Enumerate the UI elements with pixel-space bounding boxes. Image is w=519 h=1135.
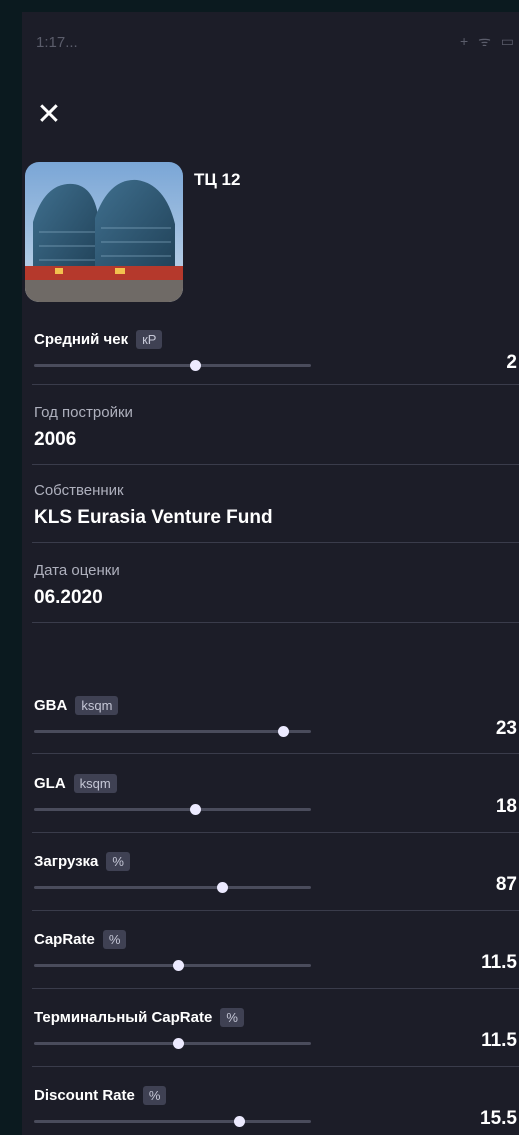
slider-track[interactable] bbox=[34, 1116, 311, 1127]
slider-row-gba: GBA ksqm 23 bbox=[22, 696, 519, 766]
slider-label: Терминальный CapRate bbox=[34, 1009, 213, 1026]
slider-track[interactable] bbox=[34, 804, 311, 815]
slider-row-occupancy: Загрузка % 87 bbox=[22, 852, 519, 922]
unit-badge: ksqm bbox=[75, 696, 119, 715]
slider-thumb[interactable] bbox=[278, 726, 290, 737]
slider-row-terminal-caprate: Терминальный CapRate % 11.5 bbox=[22, 1008, 519, 1078]
slider-value: 11.5 bbox=[481, 1030, 517, 1051]
info-label: Собственник bbox=[34, 482, 124, 499]
slider-label: CapRate bbox=[34, 931, 95, 948]
divider bbox=[32, 464, 519, 465]
status-bar: 1:17... + ᯤ ▭ bbox=[22, 12, 519, 76]
slider-label: GBA bbox=[34, 697, 68, 714]
info-label: Год постройки bbox=[34, 404, 133, 421]
unit-badge: кР bbox=[136, 330, 163, 349]
divider bbox=[32, 1066, 519, 1067]
divider bbox=[32, 384, 519, 385]
slider-value: 2 bbox=[506, 352, 517, 373]
slider-value: 23 bbox=[495, 718, 517, 739]
property-photo bbox=[25, 162, 183, 302]
unit-badge: % bbox=[106, 852, 130, 871]
slider-row-discount-rate: Discount Rate % 15.5 bbox=[22, 1086, 519, 1135]
unit-badge: ksqm bbox=[73, 774, 117, 793]
info-value: 06.2020 bbox=[34, 587, 103, 608]
slider-row-gla: GLA ksqm 18 bbox=[22, 774, 519, 844]
info-row-owner: Собственник KLS Eurasia Venture Fund bbox=[34, 482, 273, 529]
close-icon[interactable]: ✕ bbox=[32, 98, 66, 132]
status-icons: + ᯤ ▭ bbox=[460, 33, 517, 49]
slider-thumb[interactable] bbox=[173, 1038, 185, 1049]
slider-thumb[interactable] bbox=[189, 804, 201, 815]
slider-label: Средний чек bbox=[34, 331, 129, 348]
info-value: KLS Eurasia Venture Fund bbox=[34, 507, 273, 528]
slider-label: Загрузка bbox=[34, 853, 99, 870]
slider-label: Discount Rate bbox=[34, 1087, 135, 1104]
slider-thumb[interactable] bbox=[217, 882, 229, 893]
info-label: Дата оценки bbox=[34, 562, 120, 579]
property-title: ТЦ 12 bbox=[194, 170, 241, 189]
divider bbox=[32, 753, 519, 754]
slider-row-caprate: CapRate % 11.5 bbox=[22, 930, 519, 1000]
slider-track[interactable] bbox=[34, 882, 311, 893]
info-row-year: Год постройки 2006 bbox=[34, 404, 133, 451]
divider bbox=[32, 622, 519, 623]
status-time: 1:17... bbox=[36, 34, 78, 51]
slider-label: GLA bbox=[34, 775, 66, 792]
slider-value: 11.5 bbox=[481, 952, 517, 973]
info-value: 2006 bbox=[34, 429, 77, 450]
slider-thumb[interactable] bbox=[233, 1116, 245, 1127]
slider-track[interactable] bbox=[34, 1038, 311, 1049]
unit-badge: % bbox=[102, 930, 127, 949]
slider-track[interactable] bbox=[34, 726, 311, 737]
slider-track[interactable] bbox=[34, 960, 311, 971]
slider-value: 18 bbox=[495, 796, 517, 817]
slider-thumb[interactable] bbox=[189, 360, 201, 371]
unit-badge: % bbox=[220, 1008, 244, 1027]
divider bbox=[32, 542, 519, 543]
unit-badge: % bbox=[142, 1086, 167, 1105]
slider-value: 87 bbox=[495, 874, 517, 895]
avg-check-slider-row: Средний чек кР 2 bbox=[22, 330, 519, 400]
slider-value: 15.5 bbox=[480, 1108, 517, 1129]
info-row-valuation-date: Дата оценки 06.2020 bbox=[34, 562, 120, 609]
slider-thumb[interactable] bbox=[173, 960, 185, 971]
property-detail-screen: 1:17... + ᯤ ▭ ✕ ТЦ 12 Средний чек кР 2 Г… bbox=[22, 12, 519, 1135]
divider bbox=[32, 910, 519, 911]
divider bbox=[32, 832, 519, 833]
slider-track[interactable] bbox=[34, 360, 311, 371]
divider bbox=[32, 988, 519, 989]
